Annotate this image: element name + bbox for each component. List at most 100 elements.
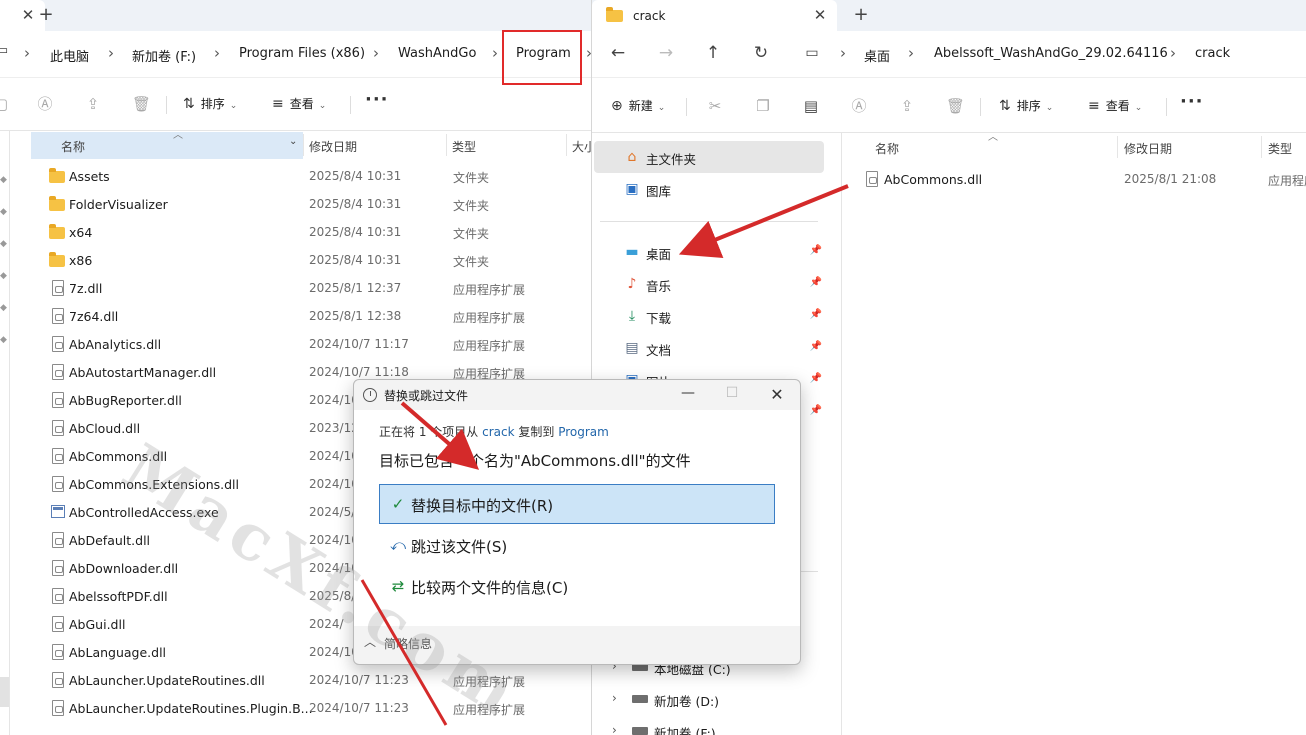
file-name: 7z.dll [69, 281, 103, 296]
column-modified[interactable]: 修改日期 [309, 138, 357, 166]
up-arrow-icon[interactable]: ↑ [703, 43, 723, 63]
dialog-message: 目标已包含一个名为"AbCommons.dll"的文件 [379, 452, 691, 470]
minimize-button[interactable]: — [678, 385, 698, 401]
column-divider[interactable] [566, 134, 567, 156]
breadcrumb-washandgo-folder[interactable]: Abelssoft_WashAndGo_29.02.64116 [934, 46, 1168, 61]
rename-icon[interactable]: Ⓐ [36, 95, 54, 113]
left-address-bar[interactable]: ▭ › 此电脑 › 新加卷 (F:) › Program Files (x86)… [0, 31, 591, 78]
close-icon[interactable]: ✕ [767, 385, 787, 404]
breadcrumb-washandgo[interactable]: WashAndGo [398, 46, 476, 61]
nav-drive-d[interactable]: › 新加卷 (D:) [592, 683, 828, 715]
toolbar-divider [686, 98, 687, 116]
file-row[interactable]: FolderVisualizer 2025/8/4 10:31 文件夹 [0, 191, 591, 219]
nav-drive-f[interactable]: › 新加卷 (F:) [592, 715, 828, 735]
view-button[interactable]: ≡ 查看 ⌄ [272, 95, 326, 112]
column-size[interactable]: 大小 [572, 138, 591, 166]
pin-icon[interactable]: 📌 [810, 373, 822, 384]
breadcrumb-program-files[interactable]: Program Files (x86) [239, 46, 365, 61]
file-row[interactable]: x86 2025/8/4 10:31 文件夹 [0, 247, 591, 275]
view-icon: ≡ [1088, 98, 1100, 114]
more-options-button[interactable]: ··· [365, 89, 389, 110]
right-address-bar[interactable]: ← → ↑ ↻ ▭ › 桌面 › Abelssoft_WashAndGo_29.… [592, 31, 1306, 78]
left-new-tab-icon[interactable]: + [36, 4, 56, 25]
file-row[interactable]: Assets 2025/8/4 10:31 文件夹 [0, 163, 591, 191]
sort-button[interactable]: ⇅ 排序 ⌄ [183, 95, 237, 112]
sort-button[interactable]: ⇅ 排序 ⌄ [999, 97, 1053, 114]
breadcrumb-desktop[interactable]: 桌面 [864, 46, 890, 65]
fewer-details-link[interactable]: 简略信息 [384, 635, 432, 652]
tab-crack[interactable]: crack ✕ [592, 0, 837, 31]
nav-downloads[interactable]: ⤓ 下载 📌 [592, 300, 828, 332]
pin-icon[interactable]: 📌 [810, 405, 822, 416]
tab-close-icon[interactable]: ✕ [811, 6, 829, 24]
column-modified[interactable]: 修改日期 [1124, 140, 1172, 168]
column-type[interactable]: 类型 [452, 138, 476, 166]
column-name[interactable]: 名称 [61, 138, 85, 166]
file-type: 应用程序 [1268, 174, 1306, 188]
cut-icon[interactable]: ✂ [706, 97, 724, 115]
column-name-dropdown-icon[interactable]: ⌄ [289, 136, 297, 164]
new-tab-icon[interactable]: + [851, 4, 871, 25]
column-divider[interactable] [1261, 136, 1262, 158]
file-row[interactable]: 7z64.dll 2025/8/1 12:38 应用程序扩展 [0, 303, 591, 331]
file-date: 2025/8/1 12:38 [309, 309, 402, 323]
delete-icon[interactable]: 🗑 [946, 97, 965, 115]
file-row[interactable]: AbCommons.dll 2025/8/1 21:08 应用程序 [592, 166, 1306, 194]
rename-icon[interactable]: Ⓐ [850, 97, 868, 115]
more-options-button[interactable]: ··· [1180, 91, 1204, 112]
column-divider[interactable] [446, 134, 447, 156]
file-row[interactable]: AbAnalytics.dll 2024/10/7 11:17 应用程序扩展 [0, 331, 591, 359]
file-date: 2024/10 [309, 645, 359, 659]
file-name: AbCommons.Extensions.dll [69, 477, 240, 492]
file-row[interactable]: AbLauncher.UpdateRoutines.dll 2024/10/7 1… [0, 667, 591, 695]
breadcrumb-crack[interactable]: crack [1195, 46, 1230, 61]
chevron-up-icon[interactable]: ︿ [364, 633, 376, 650]
nav-drive-f-label: 新加卷 (F:) [654, 726, 716, 735]
breadcrumb-this-pc[interactable]: 此电脑 [50, 46, 89, 65]
dll-file-icon [52, 560, 64, 576]
dll-file-icon [52, 476, 64, 492]
forward-arrow-icon[interactable]: → [656, 43, 676, 63]
share-icon[interactable]: ⇪ [84, 95, 102, 113]
new-button[interactable]: ⊕ 新建 ⌄ [611, 97, 665, 114]
share-icon[interactable]: ⇪ [898, 97, 916, 115]
compare-option[interactable]: ⇄ 比较两个文件的信息(C) [379, 566, 775, 606]
skip-option[interactable]: ⤺ 跳过该文件(S) [379, 525, 775, 565]
column-divider[interactable] [303, 134, 304, 156]
breadcrumb-drive-f[interactable]: 新加卷 (F:) [132, 46, 196, 65]
paste-icon[interactable]: ▢ [0, 95, 10, 113]
refresh-icon[interactable]: ↻ [751, 43, 771, 63]
column-divider[interactable] [1117, 136, 1118, 158]
pin-icon[interactable]: 📌 [810, 341, 822, 352]
replace-option[interactable]: ✓ 替换目标中的文件(R) [379, 484, 775, 524]
destination-link[interactable]: Program [558, 425, 609, 439]
file-date: 2024/10/7 11:18 [309, 365, 409, 379]
file-row[interactable]: AbLauncher.UpdateRoutines.Plugin.B... 202… [0, 695, 591, 723]
nav-desktop[interactable]: ▬ 桌面 📌 [592, 236, 828, 268]
column-type[interactable]: 类型 [1268, 140, 1292, 168]
pin-icon[interactable]: 📌 [810, 245, 822, 256]
column-name[interactable]: 名称 [875, 140, 899, 168]
chevron-right-icon: › [840, 44, 846, 62]
folder-icon [49, 168, 65, 183]
delete-icon[interactable]: 🗑 [132, 95, 151, 113]
breadcrumb-program[interactable]: Program [516, 46, 571, 61]
view-button[interactable]: ≡ 查看 ⌄ [1088, 97, 1142, 114]
pin-icon[interactable]: 📌 [810, 277, 822, 288]
copy-icon[interactable]: ❐ [754, 97, 772, 115]
file-type: 应用程序扩展 [453, 703, 526, 717]
paste-icon[interactable]: ▤ [802, 97, 820, 115]
left-tab-close-icon[interactable]: ✕ [19, 6, 37, 24]
nav-music[interactable]: ♪ 音乐 📌 [592, 268, 828, 300]
dll-file-icon [866, 171, 878, 187]
pin-icon[interactable]: 📌 [810, 309, 822, 320]
file-row[interactable]: 7z.dll 2025/8/1 12:37 应用程序扩展 [0, 275, 591, 303]
file-row[interactable]: x64 2025/8/4 10:31 文件夹 [0, 219, 591, 247]
toolbar-divider [350, 96, 351, 114]
right-toolbar: ⊕ 新建 ⌄ ✂ ❐ ▤ Ⓐ ⇪ 🗑 ⇅ 排序 ⌄ ≡ 查看 ⌄ ··· [592, 80, 1306, 133]
back-arrow-icon[interactable]: ← [608, 43, 628, 63]
source-link[interactable]: crack [482, 425, 514, 439]
nav-documents[interactable]: ▤ 文档 📌 [592, 332, 828, 364]
file-name: AbLauncher.UpdateRoutines.Plugin.B... [69, 701, 313, 716]
toolbar-divider [980, 98, 981, 116]
